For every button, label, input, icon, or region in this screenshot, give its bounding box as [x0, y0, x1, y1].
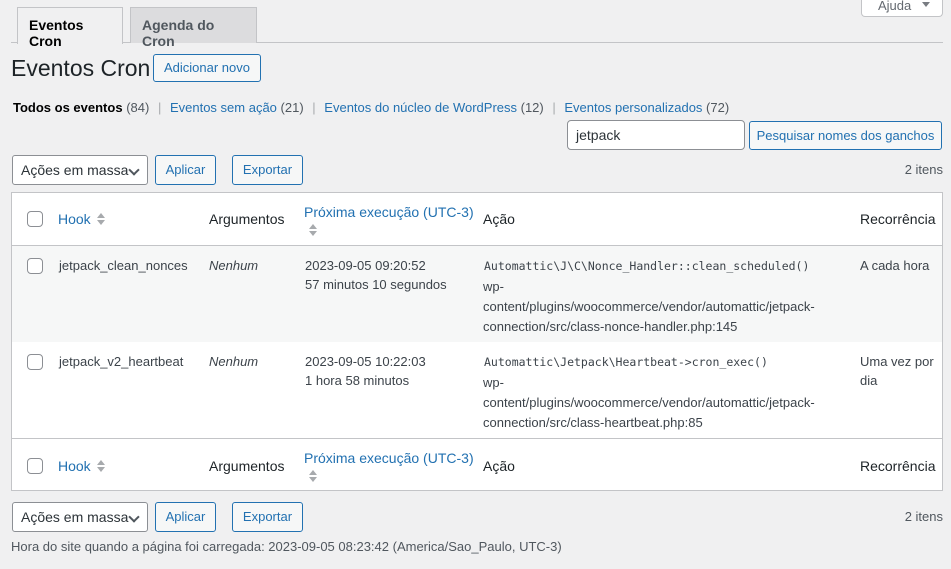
column-arguments: Argumentos	[209, 458, 285, 474]
tab-cron-events[interactable]: Eventos Cron	[17, 7, 123, 49]
add-new-button[interactable]: Adicionar novo	[153, 54, 261, 82]
search-hooks-input[interactable]: jetpack	[567, 120, 745, 150]
hook-name[interactable]: jetpack_v2_heartbeat	[59, 352, 183, 371]
items-count-top: 2 itens	[904, 162, 943, 177]
sort-arrows-icon	[309, 470, 317, 482]
column-next-run-sort[interactable]: Próxima execução (UTC-3)	[304, 449, 474, 468]
separator: |	[157, 100, 162, 115]
items-count-bottom: 2 itens	[904, 509, 943, 524]
action-file: wp-	[483, 279, 504, 294]
column-action: Ação	[483, 211, 515, 227]
table-header: Hook Argumentos Próxima execução (UTC-3)…	[12, 193, 942, 246]
separator: |	[552, 100, 556, 115]
select-all-checkbox[interactable]	[27, 211, 43, 227]
recurrence-value: Uma vez por	[860, 354, 934, 369]
separator: |	[312, 100, 316, 115]
nav-tab-wrapper: Eventos Cron Agenda do Cron	[11, 0, 943, 49]
sort-arrows-icon	[97, 213, 105, 225]
action-file: wp-	[483, 375, 504, 390]
column-action: Ação	[483, 458, 515, 474]
column-hook-sort[interactable]: Hook	[58, 210, 91, 229]
action-file: content/plugins/woocommerce/vendor/autom…	[483, 299, 815, 314]
action-file: connection/src/class-heartbeat.php:85	[483, 415, 703, 430]
select-all-checkbox[interactable]	[27, 458, 43, 474]
cron-events-table: Hook Argumentos Próxima execução (UTC-3)…	[11, 192, 943, 491]
column-next-run-sort[interactable]: Próxima execução (UTC-3)	[304, 203, 474, 222]
filter-count: (84)	[126, 100, 150, 115]
bulk-actions-label: Ações em massa	[21, 509, 129, 525]
bulk-actions-select-top[interactable]: Ações em massa	[12, 155, 148, 185]
column-arguments: Argumentos	[209, 211, 285, 227]
search-hooks-button[interactable]: Pesquisar nomes dos ganchos	[749, 121, 942, 150]
recurrence-value: A cada hora	[860, 258, 930, 273]
table-footer: Hook Argumentos Próxima execução (UTC-3)…	[12, 438, 942, 490]
recurrence-value: dia	[860, 373, 878, 388]
action-file: content/plugins/woocommerce/vendor/autom…	[483, 395, 815, 410]
filter-count: (72)	[706, 100, 730, 115]
apply-button-bottom[interactable]: Aplicar	[155, 502, 216, 532]
page-title: Eventos Cron	[11, 55, 151, 81]
row-checkbox[interactable]	[27, 258, 43, 274]
action-callback: Automattic\J\C\Nonce_Handler::clean_sche…	[484, 259, 810, 273]
hook-name[interactable]: jetpack_clean_nonces	[59, 256, 188, 275]
export-button-bottom[interactable]: Exportar	[232, 502, 303, 532]
export-button-top[interactable]: Exportar	[232, 155, 303, 185]
filter-all-events[interactable]: Todos os eventos	[13, 100, 123, 115]
chevron-down-icon	[128, 511, 140, 523]
filter-core-events[interactable]: Eventos do núcleo de WordPress	[324, 100, 517, 115]
tab-cron-schedules[interactable]: Agenda do Cron	[130, 7, 257, 49]
site-time-note: Hora do site quando a página foi carrega…	[11, 539, 562, 554]
table-row: jetpack_clean_nonces Nenhum 2023-09-05 0…	[12, 246, 942, 342]
chevron-down-icon	[128, 164, 140, 176]
action-file: connection/src/class-nonce-handler.php:1…	[483, 319, 738, 334]
bulk-actions-label: Ações em massa	[21, 162, 129, 178]
filter-count: (21)	[280, 100, 304, 115]
row-checkbox[interactable]	[27, 354, 43, 370]
apply-button-top[interactable]: Aplicar	[155, 155, 216, 185]
next-run-relative: 57 minutos 10 segundos	[305, 277, 447, 292]
next-run-date: 2023-09-05 10:22:03	[305, 354, 426, 369]
event-filters: Todos os eventos (84) | Eventos sem ação…	[13, 100, 729, 115]
column-recurrence: Recorrência	[860, 458, 936, 474]
bulk-actions-select-bottom[interactable]: Ações em massa	[12, 502, 148, 532]
filter-custom-events[interactable]: Eventos personalizados	[564, 100, 702, 115]
action-callback: Automattic\Jetpack\Heartbeat->cron_exec(…	[484, 355, 768, 369]
sort-arrows-icon	[309, 224, 317, 236]
column-hook-sort[interactable]: Hook	[58, 457, 91, 476]
arguments-value: Nenhum	[209, 354, 259, 369]
next-run-relative: 1 hora 58 minutos	[305, 373, 410, 388]
arguments-value: Nenhum	[209, 258, 259, 273]
next-run-date: 2023-09-05 09:20:52	[305, 258, 426, 273]
filter-count: (12)	[520, 100, 544, 115]
column-recurrence: Recorrência	[860, 211, 936, 227]
sort-arrows-icon	[97, 460, 105, 472]
table-row: jetpack_v2_heartbeat Nenhum 2023-09-05 1…	[12, 342, 942, 438]
filter-no-action-events[interactable]: Eventos sem ação	[170, 100, 277, 115]
